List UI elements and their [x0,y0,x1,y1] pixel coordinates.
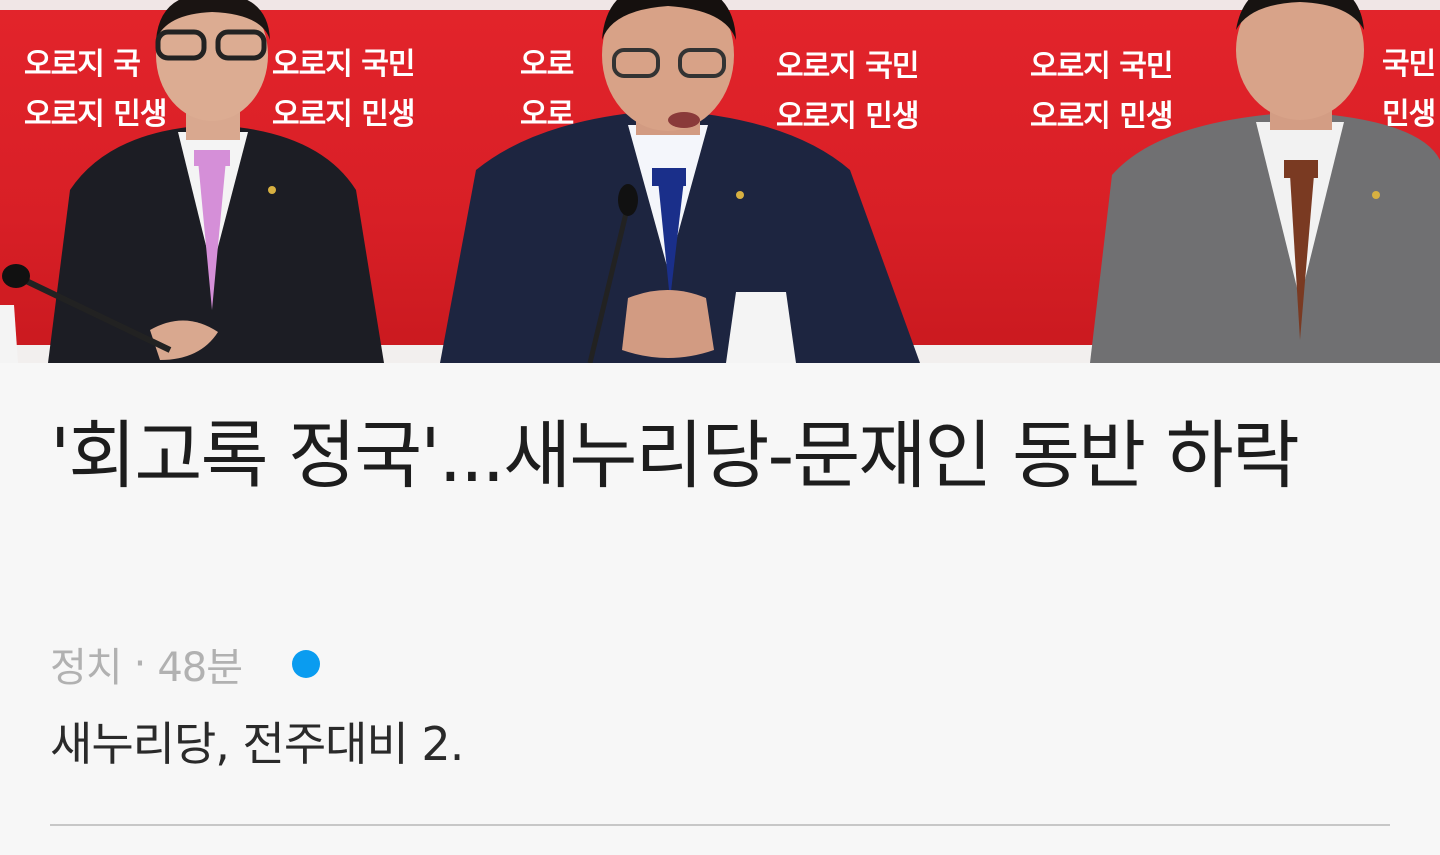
article-meta: 정치 · 48분 [50,636,321,692]
news-card[interactable]: 오로지 국 오로지 민생 오로지 국민 오로지 민생 오로 오로 오로지 국민 … [0,0,1440,855]
article-time: 48분 [157,645,243,691]
article-snippet[interactable]: 새누리당, 전주대비 2. [50,712,464,776]
person-left [48,0,384,363]
card-divider [50,824,1390,826]
paper-cup-center [726,292,796,363]
paper-cup-left [0,305,18,363]
unread-dot-icon [292,650,321,678]
article-headline[interactable]: '회고록 정국'...새누리당-문재인 동반 하락 [50,402,1380,510]
press-conference-illustration [0,0,1440,363]
person-right [1090,0,1440,363]
person-center [440,0,920,363]
article-photo[interactable]: 오로지 국 오로지 민생 오로지 국민 오로지 민생 오로 오로 오로지 국민 … [0,0,1440,363]
meta-separator: · [133,641,147,687]
article-category: 정치 [50,645,123,691]
